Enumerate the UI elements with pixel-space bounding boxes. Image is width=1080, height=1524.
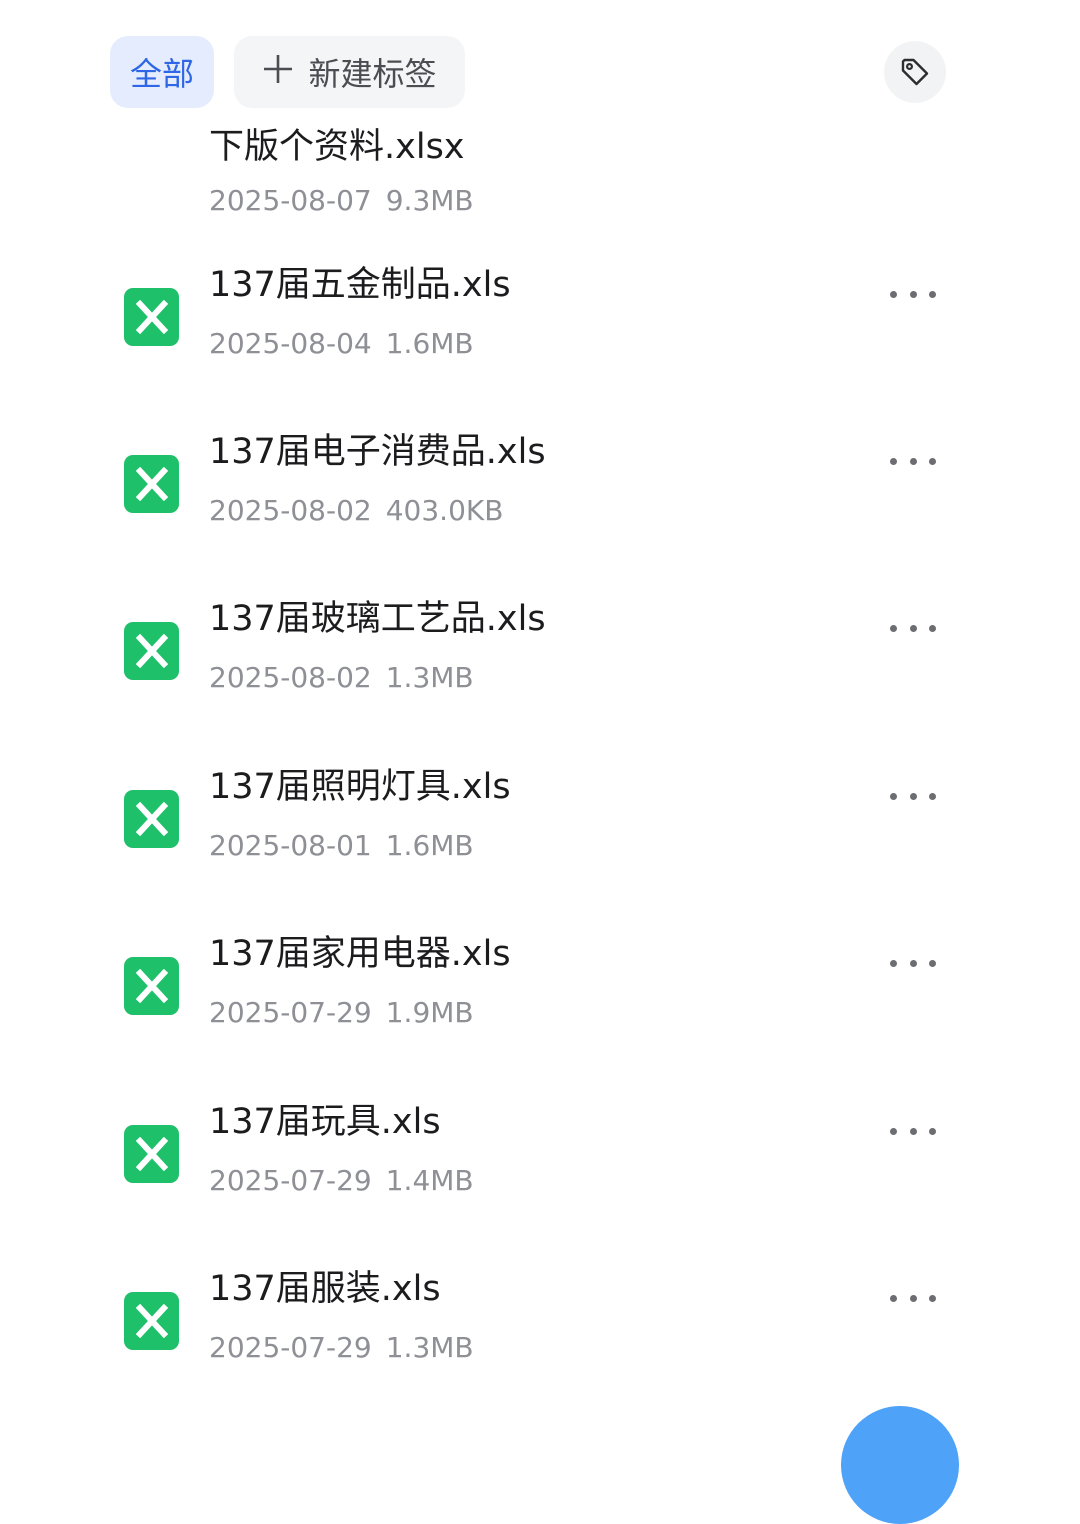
file-date: 2025-08-02 (209, 661, 372, 694)
more-icon[interactable] (880, 776, 946, 816)
plus-icon (262, 52, 294, 92)
more-icon[interactable] (880, 274, 946, 314)
file-date: 2025-08-02 (209, 494, 372, 527)
more-icon[interactable] (880, 1111, 946, 1151)
more-icon[interactable] (880, 943, 946, 983)
new-tag-label: 新建标签 (308, 55, 437, 93)
excel-file-icon (124, 455, 179, 513)
list-item[interactable]: 137届五金制品.xls 2025-08-04 1.6MB (0, 265, 1080, 438)
file-size: 1.6MB (385, 829, 474, 862)
filter-all-label: 全部 (129, 55, 194, 93)
file-size: 1.9MB (385, 996, 474, 1029)
more-icon[interactable] (880, 1278, 946, 1318)
file-size: 403.0KB (385, 494, 504, 527)
filter-all-chip[interactable]: 全部 (110, 36, 214, 108)
file-name: 下版个资料.xlsx (209, 127, 465, 167)
more-icon[interactable] (880, 441, 946, 481)
excel-file-icon (124, 1125, 179, 1183)
file-date: 2025-07-29 (209, 1331, 372, 1364)
file-meta: 2025-08-02 1.3MB (209, 660, 474, 696)
file-meta: 2025-08-04 1.6MB (209, 326, 474, 362)
excel-file-icon (124, 790, 179, 848)
file-meta: 2025-08-07 9.3MB (209, 183, 474, 219)
excel-file-icon (124, 957, 179, 1015)
file-meta: 2025-08-01 1.6MB (209, 828, 474, 864)
file-date: 2025-08-04 (209, 327, 372, 360)
file-size: 9.3MB (385, 184, 474, 217)
new-tag-button[interactable]: 新建标签 (234, 36, 465, 108)
list-item[interactable]: 137届照明灯具.xls 2025-08-01 1.6MB (0, 767, 1080, 940)
file-meta: 2025-07-29 1.3MB (209, 1330, 474, 1366)
file-meta: 2025-07-29 1.9MB (209, 995, 474, 1031)
file-name: 137届五金制品.xls (209, 265, 511, 305)
file-meta: 2025-07-29 1.4MB (209, 1163, 474, 1199)
file-name: 137届照明灯具.xls (209, 767, 511, 807)
file-size: 1.3MB (385, 661, 474, 694)
list-item[interactable]: 137届玻璃工艺品.xls 2025-08-02 1.3MB (0, 599, 1080, 772)
file-date: 2025-07-29 (209, 1164, 372, 1197)
list-item[interactable]: 137届家用电器.xls 2025-07-29 1.9MB (0, 934, 1080, 1107)
file-date: 2025-08-07 (209, 184, 372, 217)
filter-bar: 全部 新建标签 (0, 0, 1080, 120)
file-meta: 2025-08-02 403.0KB (209, 493, 503, 529)
more-icon[interactable] (880, 608, 946, 648)
file-name: 137届玻璃工艺品.xls (209, 599, 546, 639)
file-date: 2025-07-29 (209, 996, 372, 1029)
excel-file-icon (124, 1292, 179, 1350)
file-size: 1.4MB (385, 1164, 474, 1197)
list-item[interactable]: 137届玩具.xls 2025-07-29 1.4MB (0, 1102, 1080, 1275)
floating-action-button[interactable] (841, 1406, 959, 1524)
excel-file-icon (124, 288, 179, 346)
file-name: 137届家用电器.xls (209, 934, 511, 974)
file-date: 2025-08-01 (209, 829, 372, 862)
file-name: 137届玩具.xls (209, 1102, 441, 1142)
excel-file-icon (124, 622, 179, 680)
file-size: 1.6MB (385, 327, 474, 360)
file-name: 137届服装.xls (209, 1269, 441, 1309)
tag-icon[interactable] (884, 41, 946, 103)
list-item[interactable]: 137届电子消费品.xls 2025-08-02 403.0KB (0, 432, 1080, 605)
file-size: 1.3MB (385, 1331, 474, 1364)
file-name: 137届电子消费品.xls (209, 432, 546, 472)
